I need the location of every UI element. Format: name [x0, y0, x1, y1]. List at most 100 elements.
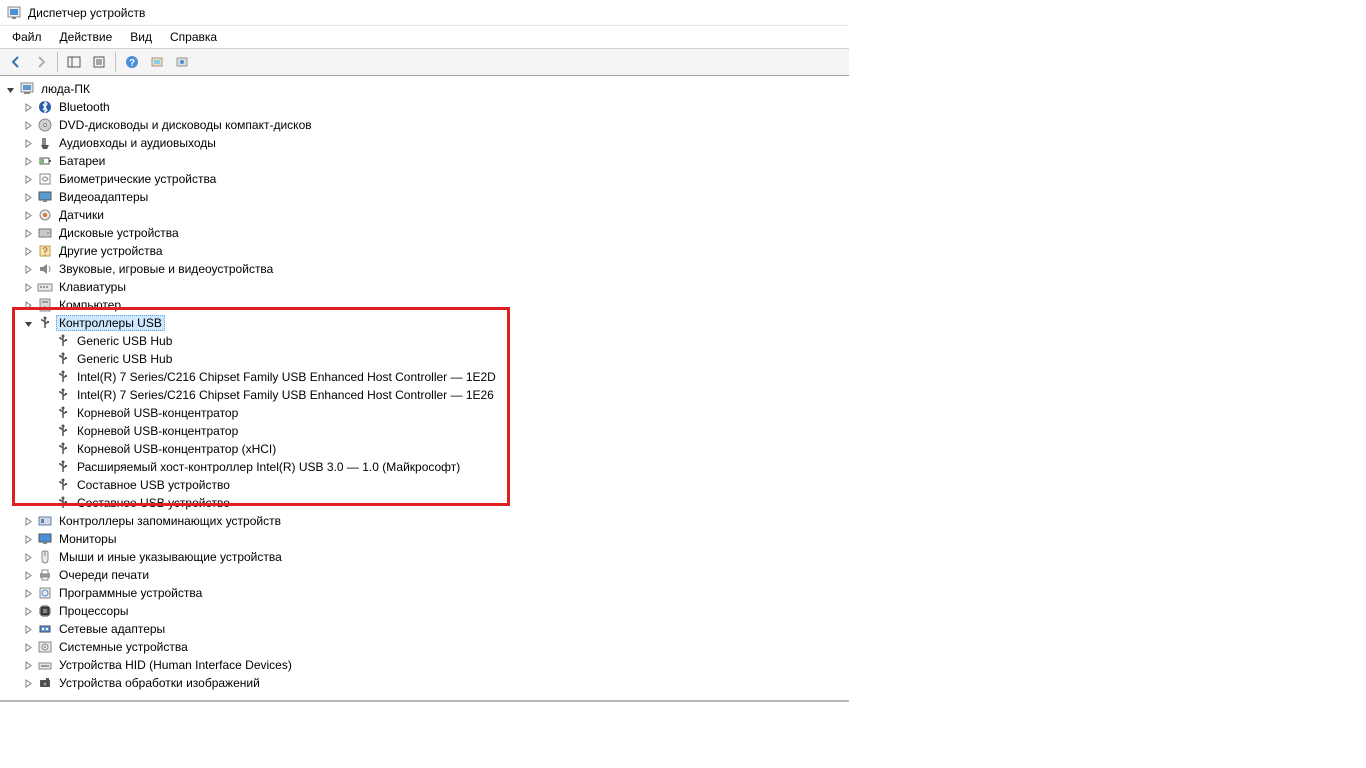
toolbar-back-button[interactable] — [4, 50, 28, 74]
tree-node[interactable]: Корневой USB-концентратор — [4, 404, 849, 422]
tree-node-label: Очереди печати — [56, 568, 152, 582]
dvd-icon — [37, 117, 53, 133]
expand-toggle[interactable] — [22, 641, 34, 653]
tree-node[interactable]: Видеоадаптеры — [4, 188, 849, 206]
tree-node[interactable]: Процессоры — [4, 602, 849, 620]
expand-toggle[interactable] — [22, 623, 34, 635]
tree-node-label: Мониторы — [56, 532, 119, 546]
expand-toggle[interactable] — [22, 119, 34, 131]
toolbar-forward-button[interactable] — [29, 50, 53, 74]
tree-node[interactable]: Составное USB устройство — [4, 476, 849, 494]
tree-node[interactable]: Компьютер — [4, 296, 849, 314]
tree-node[interactable]: DVD-дисководы и дисководы компакт-дисков — [4, 116, 849, 134]
tree-node[interactable]: Расширяемый хост-контроллер Intel(R) USB… — [4, 458, 849, 476]
toolbar-update-button[interactable] — [170, 50, 194, 74]
tree-node[interactable]: Bluetooth — [4, 98, 849, 116]
tree-node[interactable]: Корневой USB-концентратор (xHCI) — [4, 440, 849, 458]
menu-view[interactable]: Вид — [122, 28, 160, 46]
expand-toggle[interactable] — [22, 587, 34, 599]
tree-node-label: Устройства HID (Human Interface Devices) — [56, 658, 295, 672]
tree-node[interactable]: Программные устройства — [4, 584, 849, 602]
expand-toggle[interactable] — [22, 533, 34, 545]
expand-toggle[interactable] — [22, 155, 34, 167]
toolbar-scan-button[interactable] — [145, 50, 169, 74]
expand-toggle[interactable] — [22, 569, 34, 581]
tree-node-label: Контроллеры запоминающих устройств — [56, 514, 284, 528]
toolbar-properties-button[interactable] — [87, 50, 111, 74]
collapse-toggle[interactable] — [4, 83, 16, 95]
tree-node[interactable]: Биометрические устройства — [4, 170, 849, 188]
tree-node[interactable]: Intel(R) 7 Series/C216 Chipset Family US… — [4, 368, 849, 386]
tree-node[interactable]: Сетевые адаптеры — [4, 620, 849, 638]
usb-icon — [55, 441, 71, 457]
tree-node[interactable]: Аудиовходы и аудиовыходы — [4, 134, 849, 152]
tree-node[interactable]: Датчики — [4, 206, 849, 224]
expand-toggle[interactable] — [22, 659, 34, 671]
cpu-icon — [37, 603, 53, 619]
tree-node[interactable]: Другие устройства — [4, 242, 849, 260]
network-icon — [37, 621, 53, 637]
sound-icon — [37, 261, 53, 277]
tree-node-label: Клавиатуры — [56, 280, 129, 294]
menu-help[interactable]: Справка — [162, 28, 225, 46]
tree-node[interactable]: Очереди печати — [4, 566, 849, 584]
expand-toggle[interactable] — [22, 263, 34, 275]
tree-node[interactable]: Контроллеры USB — [4, 314, 849, 332]
imaging-icon — [37, 675, 53, 691]
tree-node[interactable]: Мыши и иные указывающие устройства — [4, 548, 849, 566]
menubar: Файл Действие Вид Справка — [0, 26, 849, 48]
tree-node[interactable]: Корневой USB-концентратор — [4, 422, 849, 440]
tree-node[interactable]: Дисковые устройства — [4, 224, 849, 242]
tree-node[interactable]: Устройства HID (Human Interface Devices) — [4, 656, 849, 674]
usb-icon — [37, 315, 53, 331]
toolbar-help-button[interactable]: ? — [120, 50, 144, 74]
tree-node[interactable]: люда-ПК — [4, 80, 849, 98]
tree-node[interactable]: Батареи — [4, 152, 849, 170]
expand-toggle[interactable] — [22, 227, 34, 239]
device-tree[interactable]: люда-ПКBluetoothDVD-дисководы и дисковод… — [4, 80, 849, 692]
tree-node[interactable]: Клавиатуры — [4, 278, 849, 296]
collapse-toggle[interactable] — [22, 317, 34, 329]
expand-toggle[interactable] — [22, 137, 34, 149]
app-icon — [6, 5, 22, 21]
expand-toggle[interactable] — [22, 281, 34, 293]
tree-node[interactable]: Generic USB Hub — [4, 350, 849, 368]
computer-icon — [19, 81, 35, 97]
monitor-icon — [37, 531, 53, 547]
usb-icon — [55, 459, 71, 475]
expand-toggle[interactable] — [22, 551, 34, 563]
expand-toggle[interactable] — [22, 677, 34, 689]
expand-toggle[interactable] — [22, 101, 34, 113]
tree-node-label: Дисковые устройства — [56, 226, 182, 240]
tree-node[interactable]: Системные устройства — [4, 638, 849, 656]
tree-node-label: Сетевые адаптеры — [56, 622, 168, 636]
expand-toggle[interactable] — [22, 191, 34, 203]
tree-node[interactable]: Мониторы — [4, 530, 849, 548]
expand-toggle[interactable] — [22, 173, 34, 185]
expand-toggle[interactable] — [22, 299, 34, 311]
tree-node[interactable]: Generic USB Hub — [4, 332, 849, 350]
battery-icon — [37, 153, 53, 169]
usb-icon — [55, 333, 71, 349]
expand-toggle[interactable] — [22, 605, 34, 617]
toolbar-separator — [115, 52, 116, 72]
tree-node[interactable]: Устройства обработки изображений — [4, 674, 849, 692]
toolbar-separator — [57, 52, 58, 72]
toolbar: ? — [0, 48, 849, 76]
tree-node-label: Мыши и иные указывающие устройства — [56, 550, 285, 564]
titlebar: Диспетчер устройств — [0, 0, 849, 26]
system-icon — [37, 639, 53, 655]
tree-node[interactable]: Составное USB устройство — [4, 494, 849, 512]
menu-file[interactable]: Файл — [4, 28, 50, 46]
expand-toggle[interactable] — [22, 515, 34, 527]
tree-node-label: Контроллеры USB — [56, 315, 165, 331]
expand-toggle[interactable] — [22, 245, 34, 257]
svg-text:?: ? — [129, 58, 135, 69]
menu-action[interactable]: Действие — [52, 28, 121, 46]
tree-node-label: Биометрические устройства — [56, 172, 219, 186]
tree-node[interactable]: Звуковые, игровые и видеоустройства — [4, 260, 849, 278]
expand-toggle[interactable] — [22, 209, 34, 221]
toolbar-show-hide-button[interactable] — [62, 50, 86, 74]
tree-node[interactable]: Контроллеры запоминающих устройств — [4, 512, 849, 530]
tree-node[interactable]: Intel(R) 7 Series/C216 Chipset Family US… — [4, 386, 849, 404]
